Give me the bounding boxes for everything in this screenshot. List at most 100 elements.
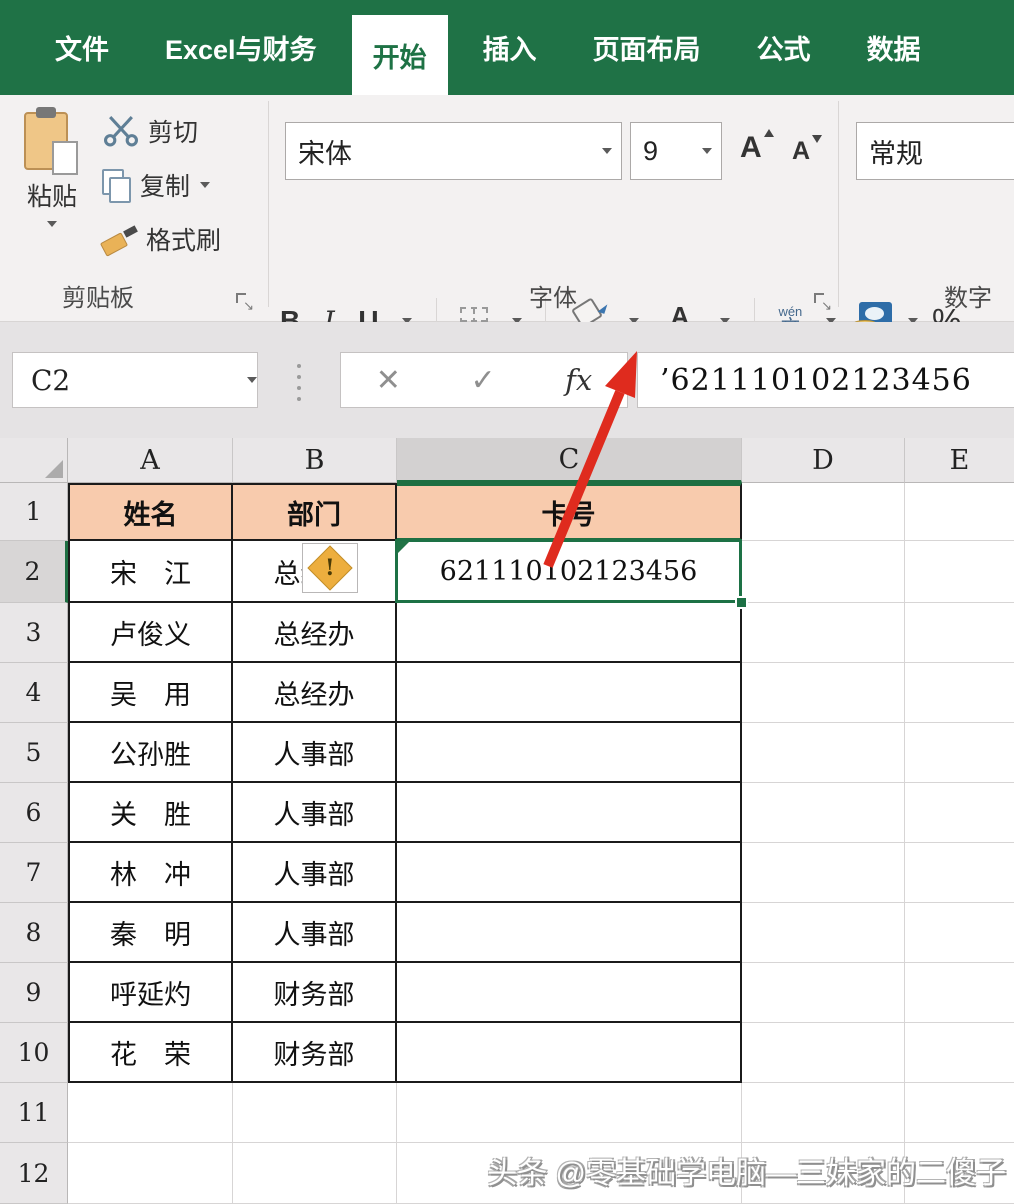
row-header-7[interactable]: 7 — [0, 843, 68, 903]
cell-c1[interactable]: 卡号 — [397, 483, 742, 541]
tab-data[interactable]: 数据 — [846, 0, 942, 95]
cell-a7[interactable]: 林 冲 — [68, 843, 233, 903]
name-box[interactable]: C2 — [12, 352, 258, 408]
cell-a6[interactable]: 关 胜 — [68, 783, 233, 843]
cell-e6[interactable] — [905, 783, 1014, 843]
cell-b8[interactable]: 人事部 — [233, 903, 397, 963]
cell-e2[interactable] — [905, 541, 1014, 603]
row-header-9[interactable]: 9 — [0, 963, 68, 1023]
cell-b7[interactable]: 人事部 — [233, 843, 397, 903]
cell-c3[interactable] — [397, 603, 742, 663]
cell-d8[interactable] — [742, 903, 905, 963]
shrink-font-button[interactable]: A — [792, 139, 810, 164]
format-painter-button[interactable]: 格式刷 — [102, 213, 221, 265]
copy-dropdown-caret-icon[interactable] — [200, 182, 210, 188]
fill-handle[interactable] — [735, 596, 748, 609]
error-checking-button[interactable]: ! — [302, 543, 358, 593]
font-name-combo[interactable]: 宋体 — [285, 122, 622, 180]
cell-a10[interactable]: 花 荣 — [68, 1023, 233, 1083]
cell-e8[interactable] — [905, 903, 1014, 963]
font-size-combo[interactable]: 9 — [630, 122, 722, 180]
cell-c8[interactable] — [397, 903, 742, 963]
cell-b9[interactable]: 财务部 — [233, 963, 397, 1023]
cell-c7[interactable] — [397, 843, 742, 903]
cell-b5[interactable]: 人事部 — [233, 723, 397, 783]
column-header-c[interactable]: C — [397, 438, 742, 483]
cell-e3[interactable] — [905, 603, 1014, 663]
column-header-d[interactable]: D — [742, 438, 905, 483]
column-header-e[interactable]: E — [905, 438, 1014, 483]
tab-insert[interactable]: 插入 — [462, 0, 558, 95]
cell-b6[interactable]: 人事部 — [233, 783, 397, 843]
tab-page-layout[interactable]: 页面布局 — [572, 0, 722, 95]
row-header-12[interactable]: 12 — [0, 1143, 68, 1204]
cell-c6[interactable] — [397, 783, 742, 843]
cell-e10[interactable] — [905, 1023, 1014, 1083]
row-header-1[interactable]: 1 — [0, 483, 68, 541]
cell-d5[interactable] — [742, 723, 905, 783]
cell-a3[interactable]: 卢俊义 — [68, 603, 233, 663]
cell-b4[interactable]: 总经办 — [233, 663, 397, 723]
cell-e11[interactable] — [905, 1083, 1014, 1143]
cell-d6[interactable] — [742, 783, 905, 843]
cell-c10[interactable] — [397, 1023, 742, 1083]
cell-e9[interactable] — [905, 963, 1014, 1023]
cell-c9[interactable] — [397, 963, 742, 1023]
font-name-caret-icon[interactable] — [602, 148, 612, 154]
cell-d11[interactable] — [742, 1083, 905, 1143]
cell-d7[interactable] — [742, 843, 905, 903]
cell-b12[interactable] — [233, 1143, 397, 1204]
cell-d1[interactable] — [742, 483, 905, 541]
cell-e4[interactable] — [905, 663, 1014, 723]
tab-home[interactable]: 开始 — [352, 15, 448, 95]
cell-b11[interactable] — [233, 1083, 397, 1143]
cell-d3[interactable] — [742, 603, 905, 663]
clipboard-dialog-launcher-icon[interactable]: ↘ — [236, 293, 252, 309]
cell-a4[interactable]: 吴 用 — [68, 663, 233, 723]
cut-button[interactable]: 剪切 — [102, 105, 198, 157]
formula-input[interactable]: ’621110102123456 — [637, 352, 1014, 408]
column-header-b[interactable]: B — [233, 438, 397, 483]
tab-excel-finance[interactable]: Excel与财务 — [144, 0, 338, 95]
row-header-6[interactable]: 6 — [0, 783, 68, 843]
row-header-5[interactable]: 5 — [0, 723, 68, 783]
cell-a2[interactable]: 宋 江 — [68, 541, 233, 603]
row-header-11[interactable]: 11 — [0, 1083, 68, 1143]
insert-function-icon[interactable]: fx — [565, 363, 592, 397]
row-header-2[interactable]: 2 — [0, 541, 68, 603]
cancel-icon[interactable]: ✕ — [376, 363, 401, 398]
cell-e5[interactable] — [905, 723, 1014, 783]
row-header-8[interactable]: 8 — [0, 903, 68, 963]
cell-b3[interactable]: 总经办 — [233, 603, 397, 663]
cell-b1[interactable]: 部门 — [233, 483, 397, 541]
cell-a1[interactable]: 姓名 — [68, 483, 233, 541]
cell-d10[interactable] — [742, 1023, 905, 1083]
cell-e7[interactable] — [905, 843, 1014, 903]
cell-d2[interactable] — [742, 541, 905, 603]
font-size-caret-icon[interactable] — [702, 148, 712, 154]
name-box-caret-icon[interactable] — [247, 377, 257, 383]
cell-c5[interactable] — [397, 723, 742, 783]
cell-c11[interactable] — [397, 1083, 742, 1143]
row-header-4[interactable]: 4 — [0, 663, 68, 723]
copy-button[interactable]: 复制 — [102, 159, 210, 211]
cell-a5[interactable]: 公孙胜 — [68, 723, 233, 783]
cell-a12[interactable] — [68, 1143, 233, 1204]
cell-a11[interactable] — [68, 1083, 233, 1143]
column-header-a[interactable]: A — [68, 438, 233, 483]
cell-e1[interactable] — [905, 483, 1014, 541]
cell-c2-selected[interactable]: 621110102123456 — [397, 541, 742, 603]
cell-d4[interactable] — [742, 663, 905, 723]
cell-a9[interactable]: 呼延灼 — [68, 963, 233, 1023]
tab-formulas[interactable]: 公式 — [736, 0, 832, 95]
enter-icon[interactable]: ✓ — [470, 363, 495, 398]
select-all-corner[interactable] — [0, 438, 68, 483]
cell-c4[interactable] — [397, 663, 742, 723]
cell-d9[interactable] — [742, 963, 905, 1023]
number-format-combo[interactable]: 常规 — [856, 122, 1014, 180]
paste-dropdown-caret-icon[interactable] — [47, 221, 57, 227]
tab-file[interactable]: 文件 — [34, 0, 130, 95]
row-header-10[interactable]: 10 — [0, 1023, 68, 1083]
grow-font-button[interactable]: A — [740, 133, 762, 163]
cell-b10[interactable]: 财务部 — [233, 1023, 397, 1083]
